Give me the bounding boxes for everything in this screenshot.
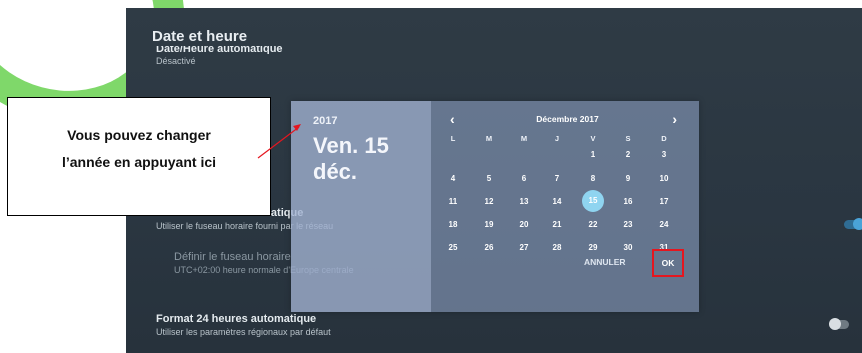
date-picker-header: 2017 Ven. 15 déc.	[291, 101, 431, 312]
calendar-day[interactable]: 7	[548, 174, 566, 183]
weekday-header: V	[590, 134, 596, 143]
calendar-day[interactable]: 20	[515, 220, 533, 229]
calendar-day[interactable]: 28	[548, 243, 566, 252]
calendar-day[interactable]: 8	[584, 174, 602, 183]
calendar-day[interactable]: 10	[655, 174, 673, 183]
next-month-button[interactable]: ›	[672, 111, 677, 127]
month-label: Décembre 2017	[536, 114, 599, 124]
calendar-day[interactable]: 18	[444, 220, 462, 229]
calendar-day[interactable]: 27	[515, 243, 533, 252]
calendar-day[interactable]: 22	[584, 220, 602, 229]
annotation-callout: Vous pouvez changer l’année en appuyant …	[7, 97, 271, 216]
weekday-header: D	[661, 134, 667, 143]
setting-subtitle: Utiliser les paramètres régionaux par dé…	[156, 327, 331, 337]
calendar-day[interactable]: 4	[444, 174, 462, 183]
setting-format-24h[interactable]: Format 24 heures automatique Utiliser le…	[156, 313, 331, 337]
calendar-day[interactable]: 23	[619, 220, 637, 229]
weekday-header: L	[450, 134, 456, 143]
calendar-day-selected[interactable]: 15	[582, 190, 604, 212]
toggle-auto-timezone[interactable]	[844, 218, 862, 230]
calendar-day[interactable]: 24	[655, 220, 673, 229]
selected-date-display: Ven. 15 déc.	[313, 133, 428, 185]
toggle-knob	[853, 218, 862, 230]
ok-button[interactable]: OK	[652, 249, 684, 277]
calendar-day[interactable]: 16	[619, 197, 637, 206]
setting-auto-date[interactable]: Date/Heure automatique Désactivé	[156, 46, 283, 66]
calendar: ‹ Décembre 2017 › L M M J V S D 1 2 3 4 5 6 7 8 9 10 11 12…	[436, 101, 699, 312]
selected-date-line1: Ven. 15	[313, 133, 389, 158]
calendar-day[interactable]: 3	[655, 150, 673, 159]
calendar-day[interactable]: 6	[515, 174, 533, 183]
cancel-button[interactable]: ANNULER	[584, 257, 626, 267]
toggle-knob	[829, 318, 841, 330]
date-picker-dialog: 2017 Ven. 15 déc. ‹ Décembre 2017 › LMMJ…	[291, 101, 699, 312]
toggle-format-24h[interactable]	[829, 318, 849, 330]
setting-title: Format 24 heures automatique	[156, 313, 317, 325]
calendar-day[interactable]: 14	[548, 197, 566, 206]
weekday-header: S	[625, 134, 631, 143]
calendar-day[interactable]: 1	[584, 150, 602, 159]
weekday-header: M	[485, 134, 493, 143]
page-title: Date et heure	[152, 28, 248, 45]
calendar-day[interactable]: 30	[619, 243, 637, 252]
calendar-day[interactable]: 11	[444, 197, 462, 206]
setting-subtitle: Désactivé	[156, 56, 196, 66]
calendar-day[interactable]: 29	[584, 243, 602, 252]
year-selector[interactable]: 2017	[313, 115, 337, 127]
calendar-day[interactable]: 19	[480, 220, 498, 229]
annotation-text: Vous pouvez changer l’année en appuyant …	[61, 127, 217, 170]
calendar-day[interactable]: 17	[655, 197, 673, 206]
weekday-header: M	[520, 134, 528, 143]
calendar-month-header: ‹ Décembre 2017 ›	[436, 111, 699, 127]
selected-date-line2: déc.	[313, 159, 358, 184]
calendar-day[interactable]: 12	[480, 197, 498, 206]
calendar-day[interactable]: 5	[480, 174, 498, 183]
calendar-day[interactable]: 2	[619, 150, 637, 159]
calendar-day[interactable]: 21	[548, 220, 566, 229]
setting-title: Date/Heure automatique	[156, 46, 283, 54]
calendar-day[interactable]: 26	[480, 243, 498, 252]
calendar-day[interactable]: 25	[444, 243, 462, 252]
calendar-day[interactable]: 9	[619, 174, 637, 183]
calendar-day[interactable]: 13	[515, 197, 533, 206]
weekday-header: J	[554, 134, 560, 143]
